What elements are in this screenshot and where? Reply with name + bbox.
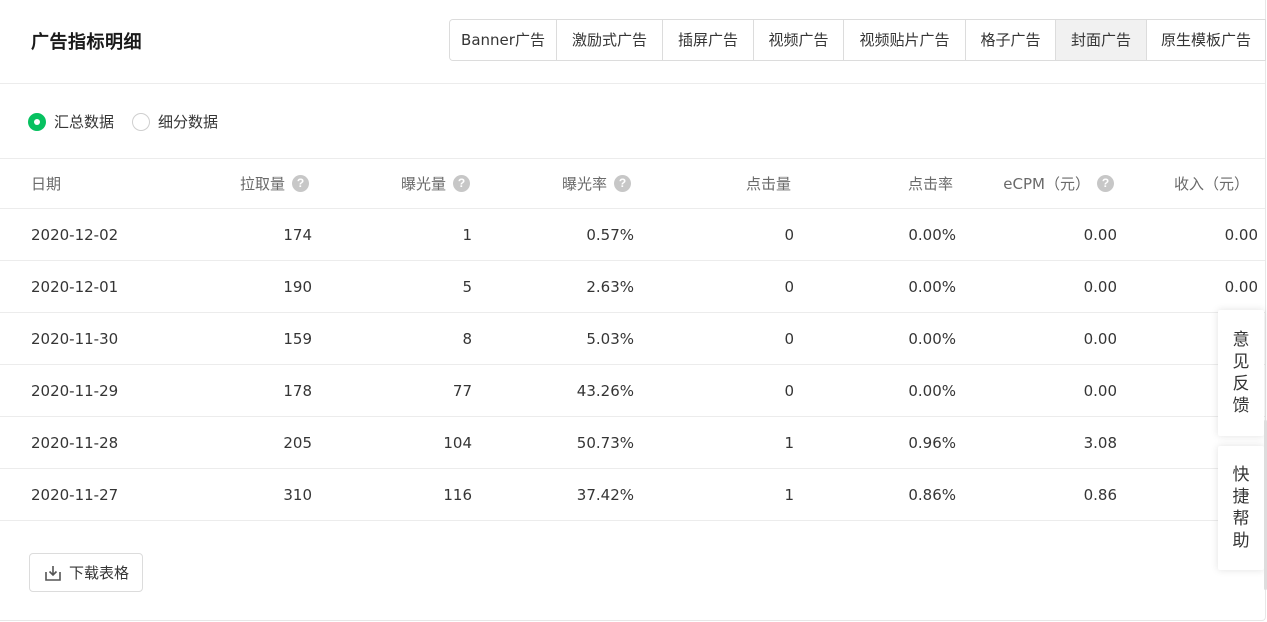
download-button-label: 下载表格 (68, 564, 129, 582)
header-ctr: 点击率 (908, 159, 953, 208)
feedback-label: 意见反馈 (1232, 330, 1250, 416)
cell-requests: 159 (283, 329, 312, 348)
table-body: 2020-12-02 174 1 0.57% 0 0.00% 0.00 0.00 2020-12… (0, 209, 1265, 521)
header-clicks: 点击量 (746, 159, 791, 208)
radio-detail[interactable]: 细分数据 (132, 111, 218, 132)
cell-date: 2020-11-27 (31, 485, 119, 504)
cell-requests: 310 (283, 485, 312, 504)
table-row: 2020-12-01 190 5 2.63% 0 0.00% 0.00 0.00 (0, 261, 1265, 313)
cell-date: 2020-11-30 (31, 329, 119, 348)
table-row: 2020-11-30 159 8 5.03% 0 0.00% 0.00 (0, 313, 1265, 365)
cell-ctr: 0.00% (908, 329, 956, 348)
tab-grid[interactable]: 格子广告 (966, 20, 1056, 60)
radio-checked-icon[interactable] (28, 112, 46, 131)
tab-video-patch[interactable]: 视频贴片广告 (844, 20, 966, 60)
header-label: 日期 (31, 175, 62, 193)
header-date: 日期 (31, 159, 61, 208)
ad-metrics-panel: 广告指标明细 Banner广告 激励式广告 插屏广告 视频广告 视频贴片广告 格… (0, 0, 1266, 621)
cell-ecpm: 0.00 (1083, 277, 1117, 296)
cell-ecpm: 0.00 (1083, 381, 1117, 400)
question-circle-icon[interactable]: ? (453, 175, 470, 192)
cell-impressions: 116 (443, 485, 472, 504)
cell-impressions: 77 (452, 381, 472, 400)
quick-help-label: 快捷帮助 (1232, 465, 1250, 551)
cell-clicks: 0 (784, 225, 794, 244)
header-label: 点击量 (745, 175, 791, 193)
cell-impression-rate: 43.26% (576, 381, 634, 400)
cell-requests: 174 (283, 225, 312, 244)
cell-date: 2020-12-02 (31, 225, 119, 244)
data-mode-radio-group: 汇总数据 细分数据 (28, 111, 236, 132)
quick-help-button[interactable]: 快捷帮助 (1218, 446, 1264, 570)
header-impressions: 曝光量 ? (401, 159, 470, 208)
cell-ecpm: 0.00 (1083, 225, 1117, 244)
cell-ecpm: 3.08 (1083, 433, 1117, 452)
header-label: 点击率 (907, 175, 953, 193)
cell-impression-rate: 5.03% (586, 329, 634, 348)
cell-requests: 190 (283, 277, 312, 296)
table-row: 2020-11-29 178 77 43.26% 0 0.00% 0.00 (0, 365, 1265, 417)
cell-impression-rate: 50.73% (576, 433, 634, 452)
cell-ctr: 0.86% (908, 485, 956, 504)
question-circle-icon[interactable]: ? (1097, 175, 1114, 192)
cell-clicks: 1 (784, 433, 794, 452)
download-icon (45, 565, 61, 581)
tab-banner[interactable]: Banner广告 (450, 20, 557, 60)
cell-requests: 205 (283, 433, 312, 452)
header-impression-rate: 曝光率 ? (562, 159, 631, 208)
cell-revenue: 0.00 (1224, 277, 1258, 296)
panel-header: 广告指标明细 Banner广告 激励式广告 插屏广告 视频广告 视频贴片广告 格… (0, 0, 1266, 84)
metrics-table: 日期 拉取量 ? 曝光量 ? 曝光率 ? 点击量 点击率 eCPM（元） ? 收… (0, 158, 1265, 521)
table-header-row: 日期 拉取量 ? 曝光量 ? 曝光率 ? 点击量 点击率 eCPM（元） ? 收… (0, 159, 1265, 209)
radio-summary[interactable]: 汇总数据 (28, 111, 114, 132)
cell-ecpm: 0.86 (1083, 485, 1117, 504)
radio-unchecked-icon[interactable] (132, 112, 151, 131)
header-requests: 拉取量 ? (240, 159, 309, 208)
cell-requests: 178 (283, 381, 312, 400)
cell-clicks: 0 (784, 277, 794, 296)
cell-ctr: 0.00% (908, 225, 956, 244)
cell-impression-rate: 2.63% (586, 277, 634, 296)
radio-detail-label: 细分数据 (158, 113, 219, 131)
question-circle-icon[interactable]: ? (292, 175, 309, 192)
header-revenue: 收入（元） (1174, 159, 1249, 208)
cell-ctr: 0.00% (908, 381, 956, 400)
cell-impressions: 1 (462, 225, 472, 244)
cell-ctr: 0.00% (908, 277, 956, 296)
tab-rewarded[interactable]: 激励式广告 (557, 20, 663, 60)
header-label: 收入（元） (1173, 175, 1249, 193)
question-circle-icon[interactable]: ? (614, 175, 631, 192)
tab-video[interactable]: 视频广告 (754, 20, 844, 60)
table-row: 2020-11-27 310 116 37.42% 1 0.86% 0.86 (0, 469, 1265, 521)
tab-cover[interactable]: 封面广告 (1056, 20, 1147, 60)
radio-summary-label: 汇总数据 (54, 113, 115, 131)
cell-ctr: 0.96% (908, 433, 956, 452)
header-label: 拉取量 (239, 175, 285, 193)
cell-clicks: 1 (784, 485, 794, 504)
cell-impressions: 5 (462, 277, 472, 296)
header-label: 曝光率 (561, 175, 607, 193)
header-label: 曝光量 (400, 175, 446, 193)
cell-date: 2020-12-01 (31, 277, 119, 296)
tab-native-template[interactable]: 原生模板广告 (1147, 20, 1266, 60)
cell-impressions: 104 (443, 433, 472, 452)
cell-revenue: 0.00 (1224, 225, 1258, 244)
tab-interstitial[interactable]: 插屏广告 (663, 20, 754, 60)
cell-clicks: 0 (784, 381, 794, 400)
cell-clicks: 0 (784, 329, 794, 348)
cell-date: 2020-11-29 (31, 381, 119, 400)
cell-impression-rate: 37.42% (576, 485, 634, 504)
header-label: eCPM（元） (1003, 175, 1090, 193)
cell-impression-rate: 0.57% (586, 225, 634, 244)
download-table-button[interactable]: 下载表格 (29, 553, 143, 592)
ad-type-tabs: Banner广告 激励式广告 插屏广告 视频广告 视频贴片广告 格子广告 封面广… (449, 19, 1266, 61)
cell-impressions: 8 (462, 329, 472, 348)
cell-date: 2020-11-28 (31, 433, 119, 452)
feedback-button[interactable]: 意见反馈 (1218, 310, 1264, 436)
page-title: 广告指标明细 (31, 32, 142, 53)
header-ecpm: eCPM（元） ? (1003, 159, 1114, 208)
cell-ecpm: 0.00 (1083, 329, 1117, 348)
table-row: 2020-11-28 205 104 50.73% 1 0.96% 3.08 (0, 417, 1265, 469)
table-row: 2020-12-02 174 1 0.57% 0 0.00% 0.00 0.00 (0, 209, 1265, 261)
